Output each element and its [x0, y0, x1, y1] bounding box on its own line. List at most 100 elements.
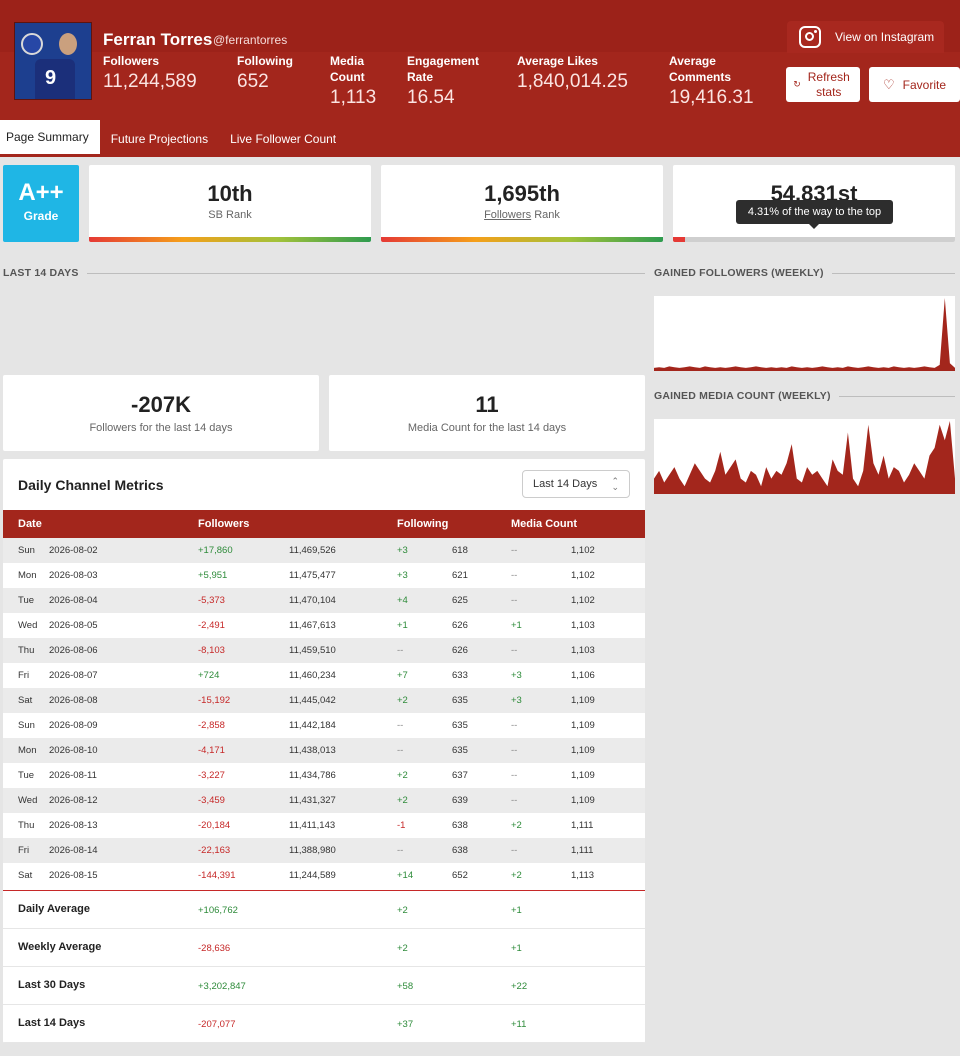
favorite-button[interactable]: ♡ Favorite: [869, 67, 960, 102]
row-followers-total: 11,467,613: [289, 620, 336, 631]
row-media-total: 1,109: [571, 695, 595, 706]
table-row: Thu 2026-08-13 -20,184 11,411,143 -1 638 +2 1,1…: [3, 813, 645, 838]
stat-label: Average Comments: [669, 54, 732, 84]
row-following-total: 637: [452, 770, 468, 781]
rank-bar: [381, 237, 663, 242]
row-followers-delta: -2,858: [198, 720, 225, 731]
table-row: Sat 2026-08-15 -144,391 11,244,589 +14 652 +2 1…: [3, 863, 645, 888]
stat-label: Average Likes: [517, 54, 598, 68]
row-followers-delta: -4,171: [198, 745, 225, 756]
row-followers-delta: -144,391: [198, 870, 236, 881]
followers-rank-link[interactable]: Followers: [484, 209, 531, 221]
row-followers-delta: -2,491: [198, 620, 225, 631]
rank-tooltip: 4.31% of the way to the top: [736, 200, 893, 229]
club-crest-icon: [21, 33, 43, 55]
rank-progress-fill: [673, 237, 686, 242]
heart-icon: ♡: [882, 76, 895, 92]
row-followers-delta: -5,373: [198, 595, 225, 606]
row-media-total: 1,109: [571, 745, 595, 756]
row-media-delta: --: [511, 545, 518, 556]
row-media-delta: --: [511, 845, 518, 856]
stat-engagement-rate: Engagement Rate 16.54: [407, 53, 497, 109]
stat-value: 16.54: [407, 87, 455, 108]
summary-row-followers: +3,202,847: [198, 981, 246, 992]
row-followers-total: 11,434,786: [289, 770, 336, 781]
row-media-delta: --: [511, 570, 518, 581]
tab-live-follower-count[interactable]: Live Follower Count: [219, 120, 347, 157]
refresh-stats-button[interactable]: ↻ Refresh stats: [786, 67, 860, 102]
row-date: 2026-08-02: [49, 545, 98, 556]
instagram-icon: [799, 26, 821, 48]
stat-value: 11,244,589: [103, 71, 197, 92]
row-following-total: 638: [452, 845, 468, 856]
row-followers-total: 11,438,013: [289, 745, 336, 756]
rank-bar: [89, 237, 371, 242]
stat-label: Following: [237, 54, 293, 68]
summary-row-following: +58: [397, 981, 414, 992]
table-row: Mon 2026-08-03 +5,951 11,475,477 +3 621 -- 1,10…: [3, 563, 645, 588]
rank-value: 1,695th: [484, 181, 560, 206]
row-media-delta: +3: [511, 695, 522, 706]
row-followers-total: 11,445,042: [289, 695, 336, 706]
row-followers-total: 11,442,184: [289, 720, 336, 731]
row-following-total: 635: [452, 720, 468, 731]
refresh-stats-label: Refresh stats: [807, 69, 850, 99]
row-followers-delta: +5,951: [198, 570, 228, 581]
row-following-delta: +14: [397, 870, 414, 881]
row-followers-total: 11,244,589: [289, 870, 336, 881]
view-on-instagram-button[interactable]: View on Instagram: [787, 21, 944, 53]
section-title: GAINED MEDIA COUNT (WEEKLY): [654, 390, 831, 402]
table-row: Fri 2026-08-07 +724 11,460,234 +7 633 +3 1,106: [3, 663, 645, 688]
header-media-count: Media Count: [511, 518, 577, 530]
row-followers-total: 11,470,104: [289, 595, 336, 606]
row-media-delta: +2: [511, 820, 522, 831]
summary-row-media: +11: [511, 1019, 527, 1030]
header-followers: Followers: [198, 518, 250, 530]
tab-page-summary[interactable]: Page Summary: [0, 120, 100, 157]
summary-row-followers: -28,636: [198, 943, 231, 954]
row-day: Thu: [18, 820, 35, 831]
row-day: Sat: [18, 695, 33, 706]
row-followers-delta: -22,163: [198, 845, 231, 856]
section-title: LAST 14 DAYS: [3, 267, 79, 279]
summary-label: Followers for the last 14 days: [89, 422, 233, 434]
row-date: 2026-08-07: [49, 670, 98, 681]
row-date: 2026-08-08: [49, 695, 98, 706]
gained-media-svg: [654, 421, 955, 494]
row-followers-delta: +17,860: [198, 545, 233, 556]
summary-row: Last 30 Days +3,202,847 +58 +22: [3, 967, 645, 1005]
row-media-total: 1,102: [571, 595, 595, 606]
summary-row: Last 14 Days -207,077 +37 +11: [3, 1005, 645, 1043]
gained-followers-svg: [654, 298, 955, 371]
summary-row-media: +1: [511, 943, 522, 954]
row-following-total: 652: [452, 870, 468, 881]
row-followers-delta: +724: [198, 670, 220, 681]
rank-label: SB Rank: [208, 209, 252, 221]
media-14d-card: 11 Media Count for the last 14 days: [329, 375, 645, 451]
gained-media-area: [654, 421, 955, 494]
grade-value: A++: [18, 179, 64, 206]
tab-future-projections[interactable]: Future Projections: [100, 120, 219, 157]
row-day: Mon: [18, 745, 37, 756]
row-day: Fri: [18, 670, 30, 681]
row-date: 2026-08-10: [49, 745, 98, 756]
row-media-total: 1,102: [571, 545, 595, 556]
range-select[interactable]: Last 14 Days ⌃ ⌄: [522, 470, 630, 498]
summary-row: Weekly Average -28,636 +2 +1: [3, 929, 645, 967]
rank-label: Followers Rank: [381, 209, 663, 221]
table-row: Fri 2026-08-14 -22,163 11,388,980 -- 638 -- 1,1…: [3, 838, 645, 863]
row-day: Wed: [18, 795, 38, 806]
row-followers-total: 11,459,510: [289, 645, 336, 656]
row-media-total: 1,113: [571, 870, 595, 881]
row-day: Sat: [18, 870, 33, 881]
followers-14d-card: -207K Followers for the last 14 days: [3, 375, 319, 451]
row-media-delta: --: [511, 745, 518, 756]
row-following-total: 621: [452, 570, 468, 581]
section-gained-media: GAINED MEDIA COUNT (WEEKLY): [654, 390, 955, 402]
range-select-value: Last 14 Days: [533, 478, 598, 490]
favorite-label: Favorite: [902, 77, 946, 92]
row-media-total: 1,109: [571, 770, 595, 781]
row-media-delta: +2: [511, 870, 522, 881]
table-row: Wed 2026-08-05 -2,491 11,467,613 +1 626 +1 1,10…: [3, 613, 645, 638]
row-day: Mon: [18, 570, 37, 581]
